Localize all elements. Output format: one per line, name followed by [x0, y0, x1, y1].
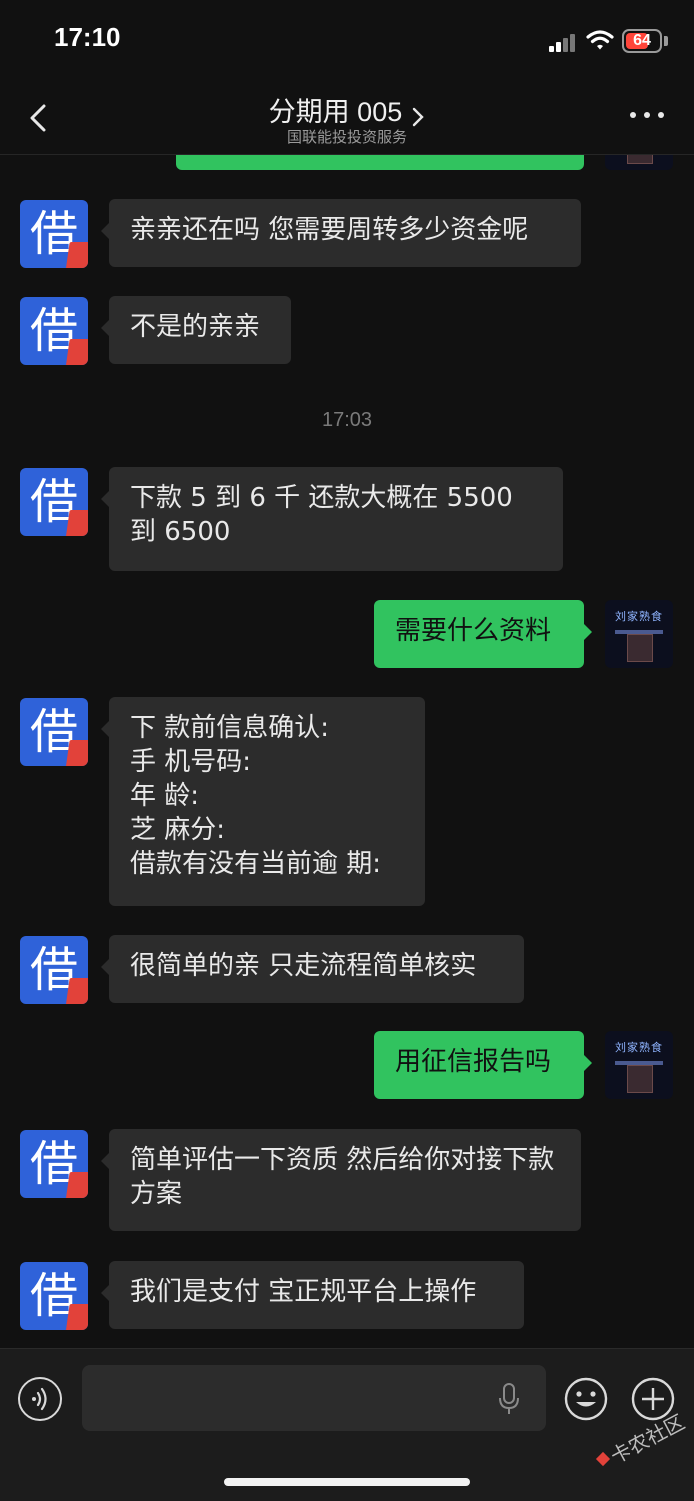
message-bubble[interactable]: 下 款前信息确认: 手 机号码: 年 龄: 芝 麻分: 借款有没有当前逾 期: — [101, 697, 425, 906]
contact-avatar[interactable]: 借 — [20, 468, 88, 536]
message-bubble[interactable]: 需要什么资料 — [374, 600, 592, 668]
message-list[interactable]: 借 亲亲还在吗 您需要周转多少资金呢 借 不是的亲亲 17:03 借 下款 5 … — [0, 154, 694, 1348]
message-bubble[interactable]: 我们是支付 宝正规平台上操作 — [101, 1261, 524, 1329]
home-indicator[interactable] — [224, 1478, 470, 1486]
chevron-right-icon — [413, 107, 425, 126]
watermark-logo: 卡农社区 — [595, 1410, 686, 1469]
chat-title: 分期用 005 — [268, 97, 403, 127]
my-avatar[interactable]: 刘家熟食 — [605, 1031, 673, 1099]
battery-icon: 64 — [622, 29, 662, 53]
cellular-signal-icon — [549, 34, 577, 52]
contact-avatar[interactable]: 借 — [20, 936, 88, 1004]
more-options-icon[interactable] — [630, 110, 664, 120]
chat-title-link[interactable]: 分期用 005 — [0, 90, 694, 129]
contact-avatar[interactable]: 借 — [20, 1262, 88, 1330]
message-bubble[interactable]: 用征信报告吗 — [374, 1031, 592, 1099]
status-time: 17:10 — [54, 22, 121, 52]
avatar-sign-text: 刘家熟食 — [615, 610, 663, 623]
avatar-sign-text: 刘家熟食 — [615, 1041, 663, 1054]
contact-avatar[interactable]: 借 — [20, 200, 88, 268]
message-bubble-partial[interactable] — [176, 154, 584, 170]
contact-avatar[interactable]: 借 — [20, 1130, 88, 1198]
message-input[interactable] — [82, 1365, 546, 1431]
watermark-text: 卡农社区 — [607, 1410, 686, 1469]
message-bubble[interactable]: 下款 5 到 6 千 还款大概在 5500 到 6500 — [101, 467, 563, 571]
chat-subtitle: 国联能投投资服务 — [286, 128, 407, 146]
microphone-icon[interactable] — [498, 1383, 520, 1415]
status-bar: 17:10 64 — [0, 0, 694, 84]
wifi-icon — [586, 30, 614, 50]
battery-level: 64 — [633, 32, 651, 49]
contact-avatar[interactable]: 借 — [20, 698, 88, 766]
message-bubble[interactable]: 亲亲还在吗 您需要周转多少资金呢 — [101, 199, 581, 267]
voice-wave-icon — [32, 1387, 47, 1411]
message-bubble[interactable]: 不是的亲亲 — [101, 296, 291, 364]
contact-avatar[interactable]: 借 — [20, 297, 88, 365]
time-separator: 17:03 — [321, 409, 373, 431]
battery-tip — [664, 36, 668, 46]
message-bubble[interactable]: 简单评估一下资质 然后给你对接下款方案 — [101, 1129, 581, 1231]
voice-mode-button[interactable] — [18, 1377, 62, 1421]
my-avatar[interactable]: 刘家熟食 — [605, 600, 673, 668]
chat-header: 分期用 005 国联能投投资服务 — [0, 84, 694, 155]
my-avatar[interactable] — [605, 154, 673, 170]
message-bubble[interactable]: 很简单的亲 只走流程简单核实 — [101, 935, 524, 1003]
